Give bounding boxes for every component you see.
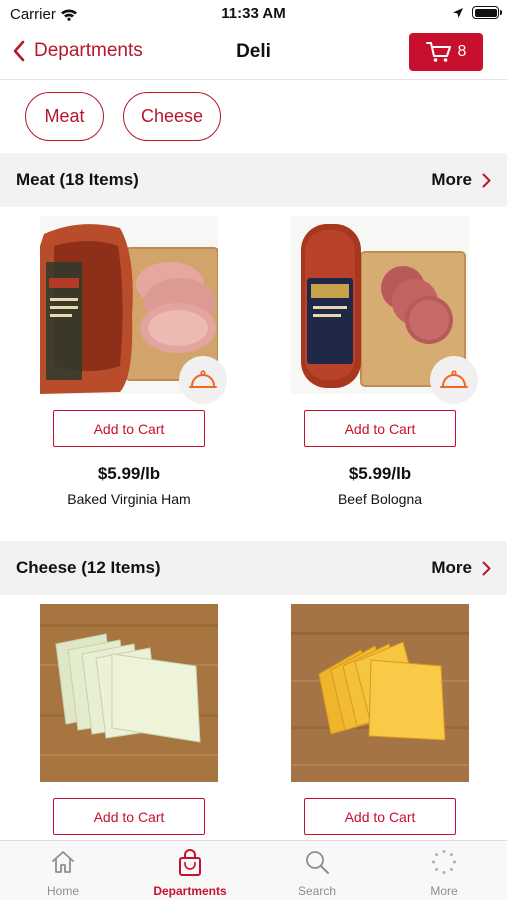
cart-count: 8 xyxy=(457,43,467,60)
add-to-cart-button[interactable]: Add to Cart xyxy=(304,798,456,835)
status-bar: Carrier 11:33 AM xyxy=(0,0,507,28)
serve-badge[interactable] xyxy=(430,356,478,404)
add-to-cart-button[interactable]: Add to Cart xyxy=(53,798,205,835)
tab-label: Search xyxy=(297,884,337,898)
location-arrow-icon xyxy=(453,7,463,18)
shopping-cart-icon xyxy=(425,42,451,62)
product-card: Add to Cart $5.99/lb Baked Virginia Ham xyxy=(0,216,253,526)
navigation-bar: Departments Deli 8 xyxy=(0,28,507,80)
filter-chip-cheese[interactable]: Cheese xyxy=(123,92,221,141)
tab-label: Home xyxy=(46,884,79,898)
chevron-right-icon xyxy=(482,561,491,575)
product-image[interactable] xyxy=(40,604,218,782)
more-dots-icon xyxy=(432,850,456,874)
home-icon xyxy=(52,851,74,873)
filter-chips: Meat Cheese xyxy=(0,80,507,153)
search-icon xyxy=(306,851,329,874)
tab-search[interactable]: Search xyxy=(254,841,380,900)
more-button[interactable]: More xyxy=(431,558,491,578)
more-label: More xyxy=(431,558,472,577)
status-time: 11:33 AM xyxy=(221,5,286,22)
tab-more[interactable]: More xyxy=(381,841,507,900)
section-header-meat: Meat (18 Items) More xyxy=(0,153,507,207)
serve-badge[interactable] xyxy=(179,356,227,404)
section-title: Cheese (12 Items) xyxy=(16,558,161,577)
chevron-right-icon xyxy=(482,173,491,187)
add-to-cart-button[interactable]: Add to Cart xyxy=(304,410,456,447)
tab-bar: Home Departments Search More xyxy=(0,840,507,900)
product-card: Add to Cart $5.99/lb Beef Bologna xyxy=(251,216,504,526)
shopping-bag-icon xyxy=(179,849,201,876)
product-card: Add to Cart xyxy=(0,604,253,840)
section-title: Meat (18 Items) xyxy=(16,170,139,189)
tab-home[interactable]: Home xyxy=(0,841,126,900)
more-button[interactable]: More xyxy=(431,170,491,190)
serving-cloche-icon xyxy=(440,370,468,388)
filter-chip-meat[interactable]: Meat xyxy=(25,92,104,141)
cart-button[interactable]: 8 xyxy=(409,33,483,71)
product-name: Baked Virginia Ham xyxy=(67,491,191,507)
product-price: $5.99/lb xyxy=(348,464,412,483)
more-label: More xyxy=(431,170,472,189)
product-image[interactable] xyxy=(291,604,469,782)
tab-departments[interactable]: Departments xyxy=(127,841,253,900)
tab-label: Departments xyxy=(153,884,227,898)
product-card: Add to Cart xyxy=(251,604,504,840)
tab-label: More xyxy=(430,884,458,898)
product-name: Beef Bologna xyxy=(337,491,423,507)
serving-cloche-icon xyxy=(189,370,217,388)
section-header-cheese: Cheese (12 Items) More xyxy=(0,541,507,595)
add-to-cart-button[interactable]: Add to Cart xyxy=(53,410,205,447)
product-price: $5.99/lb xyxy=(97,464,161,483)
battery-icon xyxy=(472,6,502,19)
